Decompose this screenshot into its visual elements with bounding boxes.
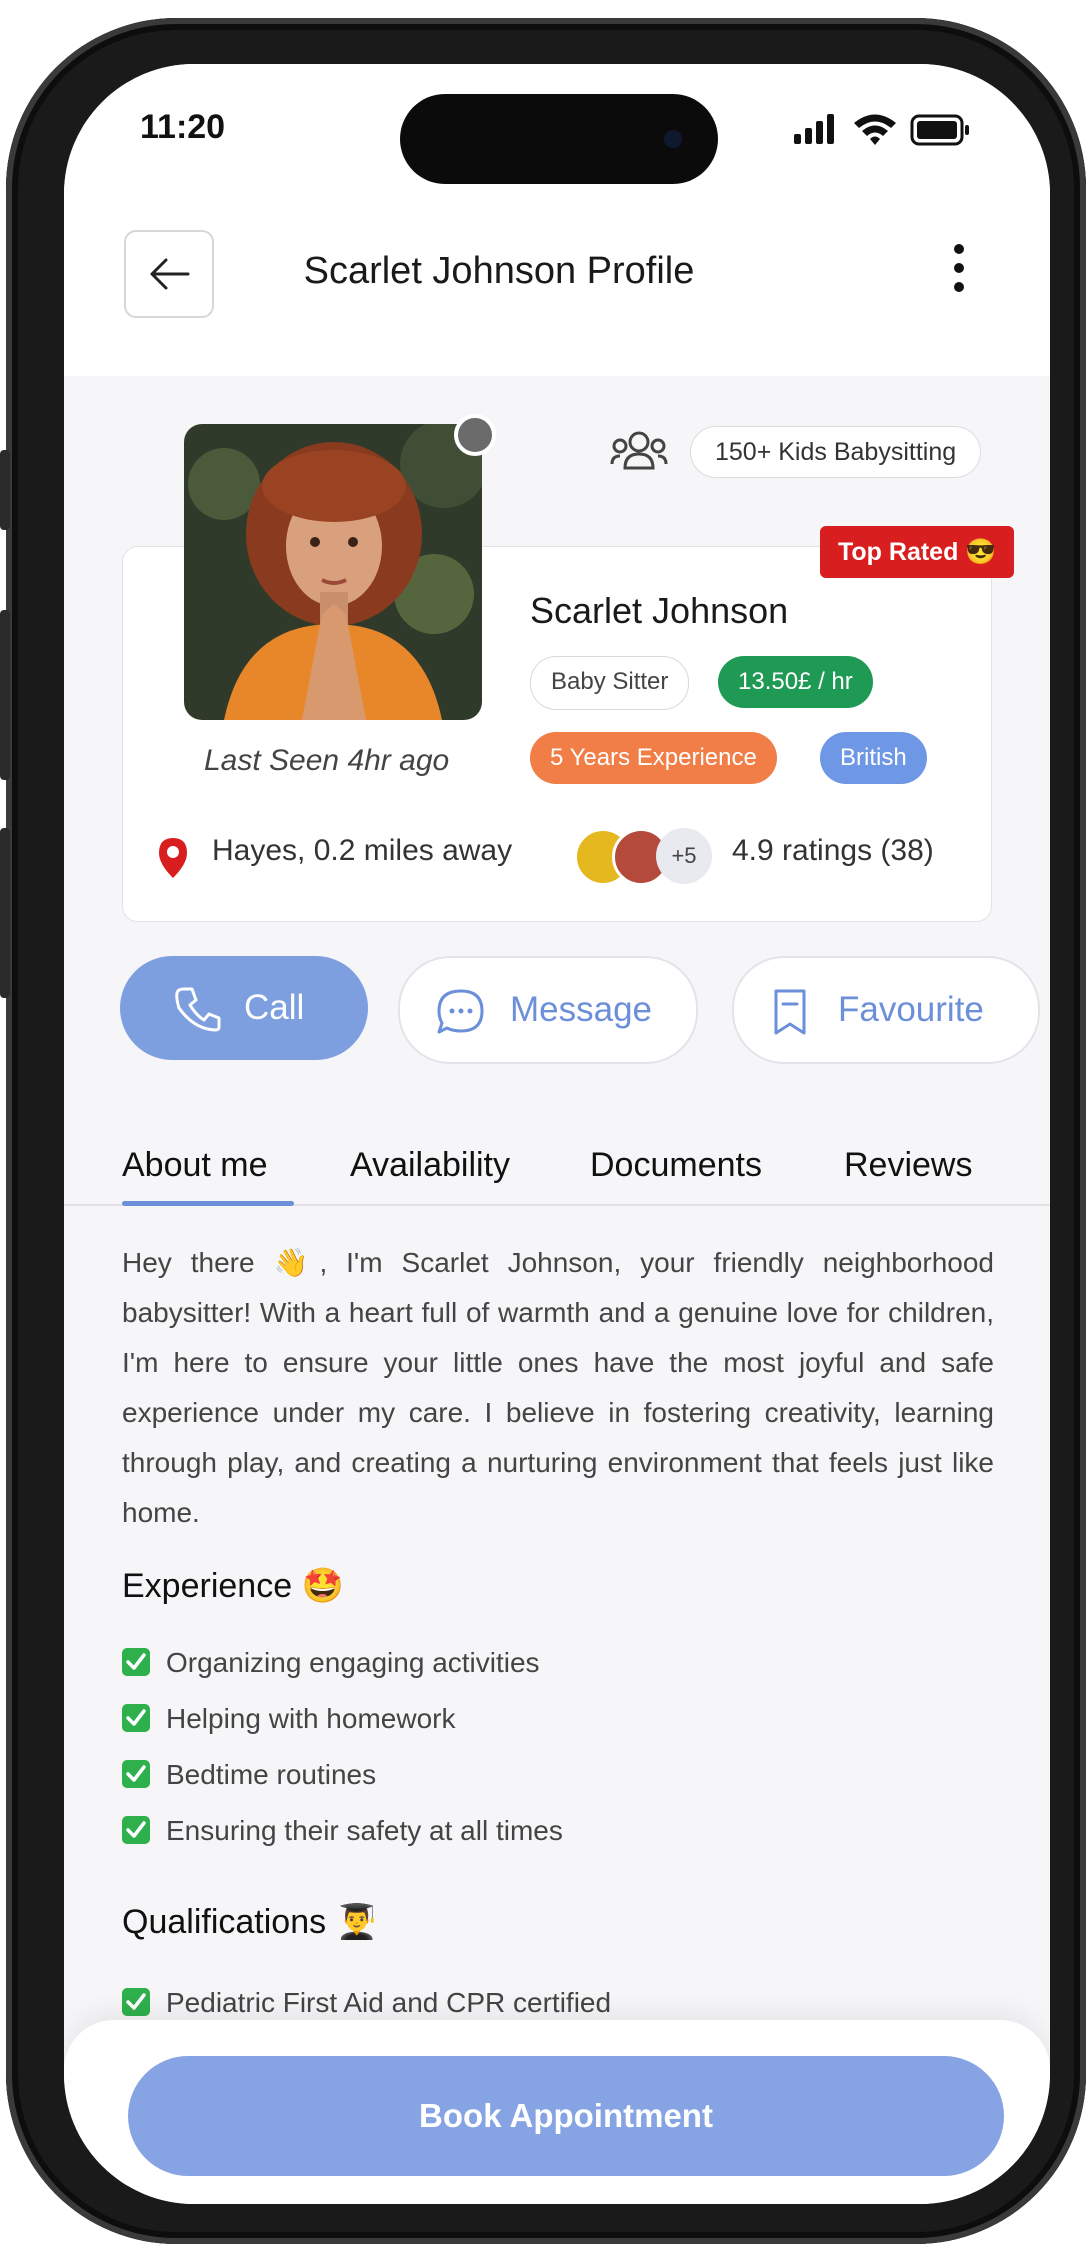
battery-icon bbox=[910, 114, 969, 146]
tab-documents[interactable]: Documents bbox=[590, 1146, 762, 1185]
page-title: Scarlet Johnson Profile bbox=[303, 250, 695, 292]
favourite-label: Favourite bbox=[838, 990, 984, 1029]
profile-photo bbox=[184, 424, 482, 720]
mute-switch bbox=[0, 450, 10, 530]
role-badge: Baby Sitter bbox=[530, 656, 690, 710]
checkmark-icon bbox=[122, 1816, 150, 1844]
location-pin-icon bbox=[156, 836, 190, 885]
top-rated-badge: Top Rated 😎 bbox=[820, 526, 1015, 578]
favourite-button[interactable]: Favourite bbox=[732, 956, 1040, 1064]
hourly-rate-badge: 13.50£ / hr bbox=[718, 656, 873, 708]
message-label: Message bbox=[510, 990, 653, 1029]
status-icons bbox=[794, 112, 970, 148]
status-time: 11:20 bbox=[140, 108, 226, 146]
experience-item-label: Bedtime routines bbox=[166, 1759, 377, 1790]
about-text: Hey there 👋, I'm Scarlet Johnson, your f… bbox=[122, 1247, 994, 1528]
last-seen-text: Last Seen 4hr ago bbox=[204, 744, 450, 777]
checkmark-icon bbox=[122, 1760, 150, 1788]
arrow-left-icon bbox=[150, 258, 190, 290]
raters-more-count: +5 bbox=[656, 828, 712, 884]
call-label: Call bbox=[244, 988, 305, 1027]
book-appointment-button[interactable]: Book Appointment bbox=[128, 2056, 1004, 2176]
app-screen: 11:20 Scarlet Johnson Profile 150+ Kids … bbox=[64, 64, 1050, 2204]
volume-up-button bbox=[0, 610, 10, 780]
message-button[interactable]: Message bbox=[398, 956, 698, 1064]
checkmark-icon bbox=[122, 1988, 150, 2016]
call-button[interactable]: Call bbox=[120, 956, 368, 1060]
kids-babysitting-badge: 150+ Kids Babysitting bbox=[690, 426, 982, 478]
experience-item-label: Ensuring their safety at all times bbox=[166, 1815, 563, 1846]
location-text: Hayes, 0.2 miles away bbox=[212, 834, 513, 867]
nationality-badge: British bbox=[820, 732, 927, 784]
online-status-indicator bbox=[454, 414, 496, 456]
profile-name: Scarlet Johnson bbox=[530, 590, 789, 631]
group-users-icon bbox=[610, 428, 668, 483]
back-button[interactable] bbox=[124, 230, 214, 318]
wifi-icon bbox=[854, 114, 896, 145]
experience-badge: 5 Years Experience bbox=[530, 732, 777, 784]
experience-item-label: Helping with homework bbox=[166, 1703, 456, 1734]
qualifications-title: Qualifications 👨‍🎓 bbox=[122, 1903, 378, 1941]
more-options-icon[interactable] bbox=[952, 244, 966, 304]
experience-title: Experience 🤩 bbox=[122, 1567, 344, 1605]
tab-availability[interactable]: Availability bbox=[350, 1146, 510, 1185]
tab-about-me[interactable]: About me bbox=[122, 1146, 268, 1185]
camera-icon bbox=[664, 130, 682, 148]
signal-icon bbox=[794, 114, 834, 144]
chat-bubble-icon bbox=[437, 989, 484, 1034]
experience-item-label: Organizing engaging activities bbox=[166, 1647, 540, 1678]
tab-active-indicator bbox=[122, 1201, 294, 1206]
checkmark-icon bbox=[122, 1704, 150, 1732]
qualification-item-label: Pediatric First Aid and CPR certified bbox=[166, 1987, 612, 2018]
bookmark-icon bbox=[774, 989, 806, 1035]
tab-reviews[interactable]: Reviews bbox=[844, 1146, 972, 1185]
rating-summary[interactable]: 4.9 ratings (38) bbox=[732, 834, 934, 868]
volume-down-button bbox=[0, 828, 10, 998]
phone-icon bbox=[175, 987, 221, 1032]
checkmark-icon bbox=[122, 1648, 150, 1676]
